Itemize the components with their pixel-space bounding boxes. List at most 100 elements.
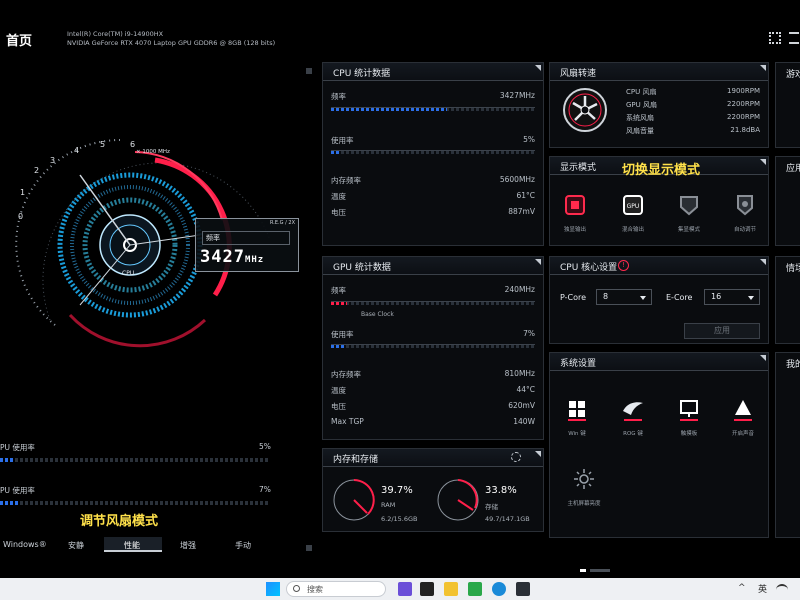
chevron-down-icon [640, 296, 646, 300]
windows-icon [568, 401, 586, 421]
memory-storage-panel: 内存和存储 39.7% RAM 6.2/15.6GB 33.8% 存储 49.7… [322, 448, 544, 532]
cpu-freq-bar [331, 107, 535, 111]
page-title: 首页 [6, 34, 33, 49]
row-value: 5600MHz [499, 175, 535, 184]
panel-header: 系统设置 [550, 353, 768, 371]
select-value: 8 [603, 292, 609, 301]
gauge-scale-label: 3 [50, 156, 56, 165]
corner-marker [535, 451, 541, 457]
input-language[interactable]: 英 [758, 582, 767, 595]
tile-label: Win 键 [568, 431, 586, 437]
left-usage-bar [0, 501, 270, 505]
app-icon[interactable] [468, 582, 482, 596]
panel-header: 内存和存储 [323, 449, 543, 467]
e-core-label: E-Core [666, 293, 693, 302]
scroll-dot [306, 545, 312, 551]
chevron-down-icon [748, 296, 754, 300]
panel-title: GPU 统计数据 [333, 263, 391, 273]
right-panel-apps: 应用 [775, 156, 800, 246]
rog-key-toggle[interactable]: ROG 键 [618, 397, 648, 437]
cpu-core-panel: CPU 核心设置 ! P-Core 8 E-Core 16 应用 [549, 256, 769, 344]
panel-title: 我的 [786, 360, 800, 370]
gauge-unit-label: × 1000 MHz [136, 149, 170, 155]
mode-hybrid[interactable]: GPU 混合输出 [618, 193, 648, 233]
right-panel-scenario: 情场 [775, 256, 800, 344]
edge-icon[interactable] [492, 582, 506, 596]
ram-label: RAM [381, 501, 396, 509]
chevron-up-icon[interactable]: ^ [738, 583, 746, 593]
gpu-stats-panel: GPU 统计数据 频率 240MHz Base Clock 使用率 7% 内存频率 8… [322, 256, 544, 440]
panel-header: 风扇转速 [550, 63, 768, 81]
row-label: 温度 [331, 386, 346, 395]
cpu-volt-row: 电压 887mV [331, 207, 535, 218]
corner-marker [760, 65, 766, 71]
bar-fill [331, 345, 346, 348]
panel-title: 情场 [786, 264, 800, 274]
p-core-label: P-Core [560, 293, 587, 302]
settings-icon[interactable] [511, 452, 521, 462]
row-value: 810MHz [504, 369, 535, 378]
select-value: 16 [711, 292, 722, 301]
row-label: 内存频率 [331, 176, 361, 185]
win-key-toggle[interactable]: Win 键 [562, 397, 592, 437]
corner-marker [535, 259, 541, 265]
touchpad-icon [680, 400, 698, 421]
app-icon[interactable] [516, 582, 530, 596]
corner-marker [760, 159, 766, 165]
row-value: 44°C [516, 385, 535, 394]
fan-row-value: 2200RPM [727, 113, 760, 121]
tile-label: 独显输出 [563, 227, 586, 233]
page-indicator[interactable] [580, 569, 586, 572]
gauge-center-label: CPU [122, 270, 135, 277]
panel-header: CPU 核心设置 ! [550, 257, 768, 275]
search-icon [293, 585, 300, 592]
left-usage-value: 5% [259, 442, 271, 451]
search-box[interactable]: 搜索 [286, 581, 386, 597]
fan-row-value: 21.8dBA [730, 126, 760, 134]
panel-title: 应用 [786, 164, 800, 174]
menu-icon[interactable] [789, 32, 799, 44]
e-core-select[interactable]: 16 [704, 289, 760, 305]
cpu-temp-row: 温度 61°C [331, 191, 535, 202]
mode-windows[interactable]: Windows® [3, 540, 47, 549]
tile-label: 混合输出 [621, 227, 644, 233]
panel-title: CPU 统计数据 [333, 69, 391, 79]
mode-manual[interactable]: 手动 [235, 540, 251, 551]
gauge-scale-label: 4 [74, 146, 80, 155]
sound-toggle[interactable]: 开启声音 [728, 397, 758, 437]
page-indicator[interactable] [590, 569, 610, 572]
info-icon[interactable]: ! [618, 260, 629, 271]
cpu-usage-bar [331, 150, 535, 154]
row-value: 620mV [508, 401, 535, 410]
qr-code-icon[interactable] [769, 32, 781, 44]
gauge-scale-label: 5 [100, 140, 106, 149]
apply-button[interactable]: 应用 [684, 323, 760, 339]
cpu-name: Intel(R) Core(TM) i9-14900HX [67, 30, 164, 38]
tile-label: 开启声音 [731, 431, 754, 437]
mode-dgpu[interactable]: 独显输出 [560, 193, 590, 233]
gpu-temp-row: 温度 44°C [331, 385, 535, 396]
touchpad-toggle[interactable]: 触摸板 [674, 397, 704, 437]
tile-label: 主机屏幕亮度 [567, 501, 601, 507]
windows-start-icon[interactable] [266, 582, 280, 596]
row-value: 61°C [516, 191, 535, 200]
mode-quiet[interactable]: 安静 [68, 540, 84, 551]
mode-auto[interactable]: 自动调节 [730, 193, 760, 233]
screen-brightness-toggle[interactable]: 主机屏幕亮度 [562, 467, 606, 507]
panel-title: 显示模式 [560, 163, 597, 173]
app-icon[interactable] [420, 582, 434, 596]
mode-performance[interactable]: 性能 [124, 540, 140, 551]
mode-turbo[interactable]: 增强 [180, 540, 196, 551]
mode-igpu[interactable]: 集显模式 [674, 193, 704, 233]
gpu-mem-freq-row: 内存频率 810MHz [331, 369, 535, 380]
tile-label: 触摸板 [680, 431, 698, 437]
app-icon[interactable] [398, 582, 412, 596]
folder-icon[interactable] [444, 582, 458, 596]
gpu-usage-bar [331, 344, 535, 348]
taskbar: 搜索 ^ 英 [0, 578, 800, 600]
p-core-select[interactable]: 8 [596, 289, 652, 305]
chip-icon [565, 195, 585, 215]
corner-marker [760, 355, 766, 361]
wifi-icon[interactable] [776, 584, 788, 592]
gauge-scale-label: 0 [18, 212, 24, 221]
